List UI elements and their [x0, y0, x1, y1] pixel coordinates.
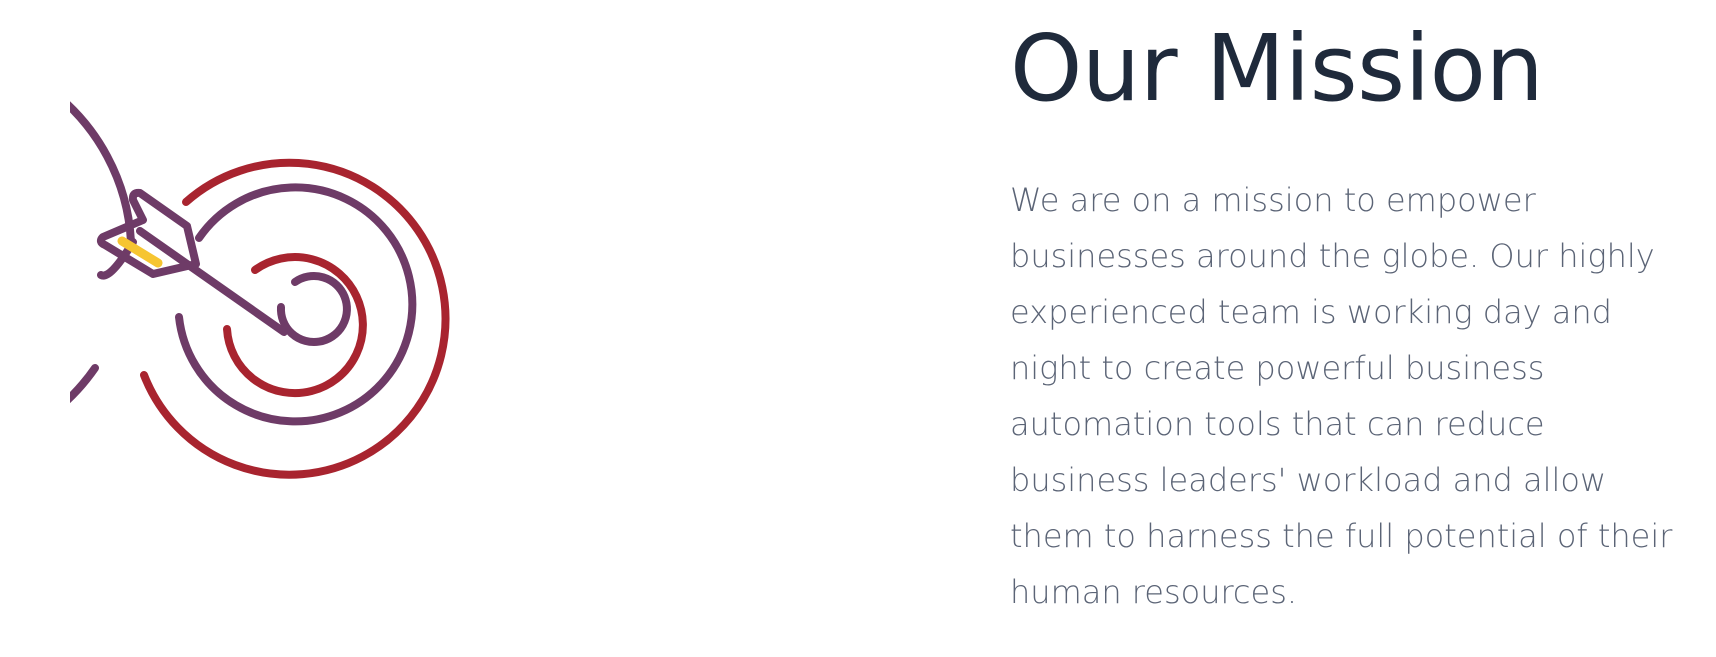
mission-section: Our Mission We are on a mission to empow… [0, 0, 1716, 657]
target-bullseye [276, 272, 351, 346]
arrow-shaft [136, 227, 288, 336]
mission-content: Our Mission We are on a mission to empow… [1010, 14, 1690, 620]
target-ring-2 [140, 158, 450, 479]
page-title: Our Mission [1010, 15, 1544, 122]
target-with-arrow-icon [70, 100, 530, 560]
target-ring-3 [175, 183, 417, 426]
mission-description: We are on a mission to empower businesse… [1010, 181, 1673, 612]
